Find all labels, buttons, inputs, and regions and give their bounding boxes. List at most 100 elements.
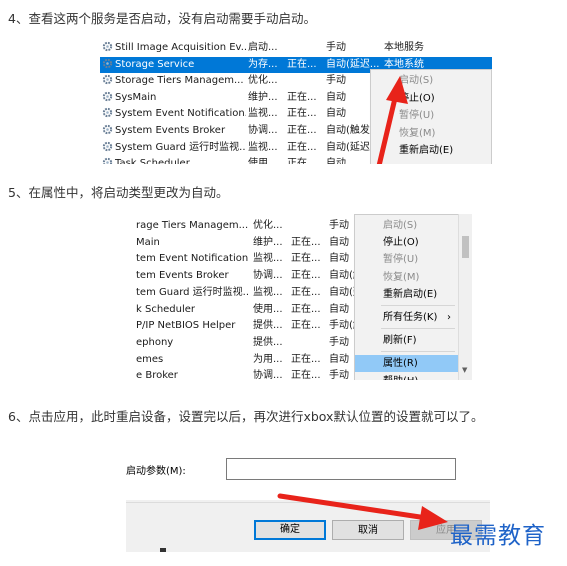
cell-desc: 优化... xyxy=(253,218,289,235)
service-status: 正在... xyxy=(291,286,321,298)
service-desc: 优化... xyxy=(253,220,283,231)
menu-item[interactable]: 停止(O) xyxy=(371,90,491,107)
cell-desc: 提供... xyxy=(253,318,289,335)
cell-name: Task Scheduler xyxy=(102,156,246,164)
service-status: 正在... xyxy=(291,320,321,332)
menu-separator xyxy=(381,351,455,353)
menu-item[interactable]: 启动(S) xyxy=(355,217,459,234)
menu-item-label: 停止(O) xyxy=(383,237,419,249)
cell-name: Still Image Acquisition Ev... xyxy=(102,40,246,57)
cell-desc: 启动... xyxy=(248,40,284,57)
table-row[interactable]: Still Image Acquisition Ev... 启动... 手动 本地服务 xyxy=(100,40,492,57)
menu-item[interactable]: 启动(S) xyxy=(371,72,491,89)
startup-param-label: 启动参数(M): xyxy=(126,466,186,477)
cell-desc: 使用... xyxy=(248,156,284,164)
cell-desc: 监视... xyxy=(248,140,284,157)
cell-status: 正在... xyxy=(287,123,323,140)
service-startup: 自动 xyxy=(329,353,349,365)
cell-name: tem Guard 运行时监视... xyxy=(136,285,248,302)
service-desc: 提供... xyxy=(253,320,283,332)
menu-item[interactable]: 属性(R) xyxy=(355,355,459,373)
service-status: 正在... xyxy=(291,236,321,248)
cell-desc: 为用... xyxy=(253,352,289,369)
menu-item[interactable]: 帮助(H) xyxy=(355,373,459,380)
cell-status: 正在... xyxy=(291,368,327,380)
menu-item[interactable]: 暂停(U) xyxy=(355,251,459,268)
service-name: Still Image Acquisition Ev... xyxy=(115,42,246,53)
gear-icon xyxy=(102,124,113,135)
cell-status: 正在... xyxy=(287,57,323,74)
menu-item[interactable]: 暂停(U) xyxy=(371,107,491,124)
properties-dialog-screenshot: 启动参数(M): 确定 取消 应用 xyxy=(126,440,490,552)
cell-desc: 协调... xyxy=(253,268,289,285)
menu-item[interactable]: 停止(O) xyxy=(355,234,459,251)
step-4-title: 4、查看这两个服务是否启动，没有启动需要手动启动。 xyxy=(8,11,316,26)
cell-name: System Guard 运行时监视... xyxy=(102,140,246,157)
service-desc: 监视... xyxy=(248,108,278,120)
cell-name: System Event Notification... xyxy=(102,106,246,123)
service-name: Main xyxy=(136,236,160,248)
service-name: tem Events Broker xyxy=(136,270,229,282)
menu-item-label: 恢复(M) xyxy=(383,271,420,283)
startup-param-input[interactable] xyxy=(226,458,456,480)
service-status: 正在... xyxy=(291,303,321,315)
cell-status: 正在... xyxy=(291,318,327,335)
service-desc: 协调... xyxy=(248,125,278,136)
menu-item-label: 恢复(M) xyxy=(399,127,436,139)
menu-item[interactable]: 刷新(F) xyxy=(355,332,459,349)
cell-status: 正在... xyxy=(287,106,323,123)
service-startup: 手动 xyxy=(329,336,349,348)
service-status: 正在... xyxy=(287,125,317,136)
step-5-title: 5、在属性中，将启动类型更改为自动。 xyxy=(8,185,229,200)
cell-status: 正在... xyxy=(291,302,327,319)
menu-item-label: 重新启动(E) xyxy=(383,288,438,300)
menu-item[interactable]: 恢复(M) xyxy=(371,125,491,142)
service-desc: 启动... xyxy=(248,42,278,53)
cell-desc: 优化... xyxy=(248,73,284,90)
scrollbar[interactable]: ▼ xyxy=(458,214,472,380)
service-status: 正在... xyxy=(287,141,317,153)
service-desc: 监视... xyxy=(253,253,283,265)
gear-icon xyxy=(102,108,113,118)
scroll-down-icon[interactable]: ▼ xyxy=(462,366,467,374)
service-startup: 自动(延迟... xyxy=(326,58,380,70)
service-status: 正在... xyxy=(287,158,317,164)
cell-status: 正在... xyxy=(291,268,327,285)
service-name: Storage Tiers Managem... xyxy=(115,75,244,87)
service-name: rage Tiers Managem... xyxy=(136,220,248,231)
cell-status: 正在... xyxy=(287,90,323,107)
menu-item[interactable]: 恢复(M) xyxy=(355,269,459,286)
service-startup: 自动 xyxy=(329,236,349,248)
service-name: P/IP NetBIOS Helper xyxy=(136,320,236,332)
gear-icon xyxy=(102,158,113,164)
service-desc: 协调... xyxy=(253,270,283,282)
cancel-button[interactable]: 取消 xyxy=(332,520,404,540)
cell-desc: 协调... xyxy=(253,368,289,380)
gear-icon xyxy=(102,58,113,68)
services-list-screenshot-1: Still Image Acquisition Ev... 启动... 手动 本地服务… xyxy=(100,40,492,164)
cell-name: Storage Tiers Managem... xyxy=(102,73,246,90)
service-startup: 手动 xyxy=(326,42,346,53)
service-desc: 为用... xyxy=(253,353,283,365)
service-name: System Events Broker xyxy=(115,125,226,136)
cell-name: P/IP NetBIOS Helper xyxy=(136,318,248,335)
cell-desc: 监视... xyxy=(253,251,289,268)
cell-status: 正在... xyxy=(287,156,323,164)
service-status: 正在... xyxy=(291,353,321,365)
context-menu-1: 启动(S) 停止(O) 暂停(U) 恢复(M) 重新启动(E) xyxy=(370,69,492,164)
menu-separator xyxy=(381,305,455,306)
cell-name: System Events Broker xyxy=(102,123,246,140)
scrollbar-thumb[interactable] xyxy=(462,236,469,258)
cell-name: tem Event Notification... xyxy=(136,251,248,268)
cell-name: k Scheduler xyxy=(136,302,248,319)
menu-item-label: 启动(S) xyxy=(399,75,434,86)
step-6-title: 6、点击应用，此时重启设备，设置完以后，再次进行xbox默认位置的设置就可以了。 xyxy=(8,409,484,424)
ok-button[interactable]: 确定 xyxy=(254,520,326,540)
menu-item[interactable]: 重新启动(E) xyxy=(371,142,491,159)
menu-item-label: 暂停(U) xyxy=(383,254,419,266)
menu-item[interactable]: 所有任务(K) › xyxy=(355,309,459,326)
cell-name: emes xyxy=(136,352,248,369)
service-name: System Event Notification... xyxy=(115,108,246,120)
menu-item-label: 停止(O) xyxy=(399,92,435,104)
menu-item[interactable]: 重新启动(E) xyxy=(355,286,459,303)
